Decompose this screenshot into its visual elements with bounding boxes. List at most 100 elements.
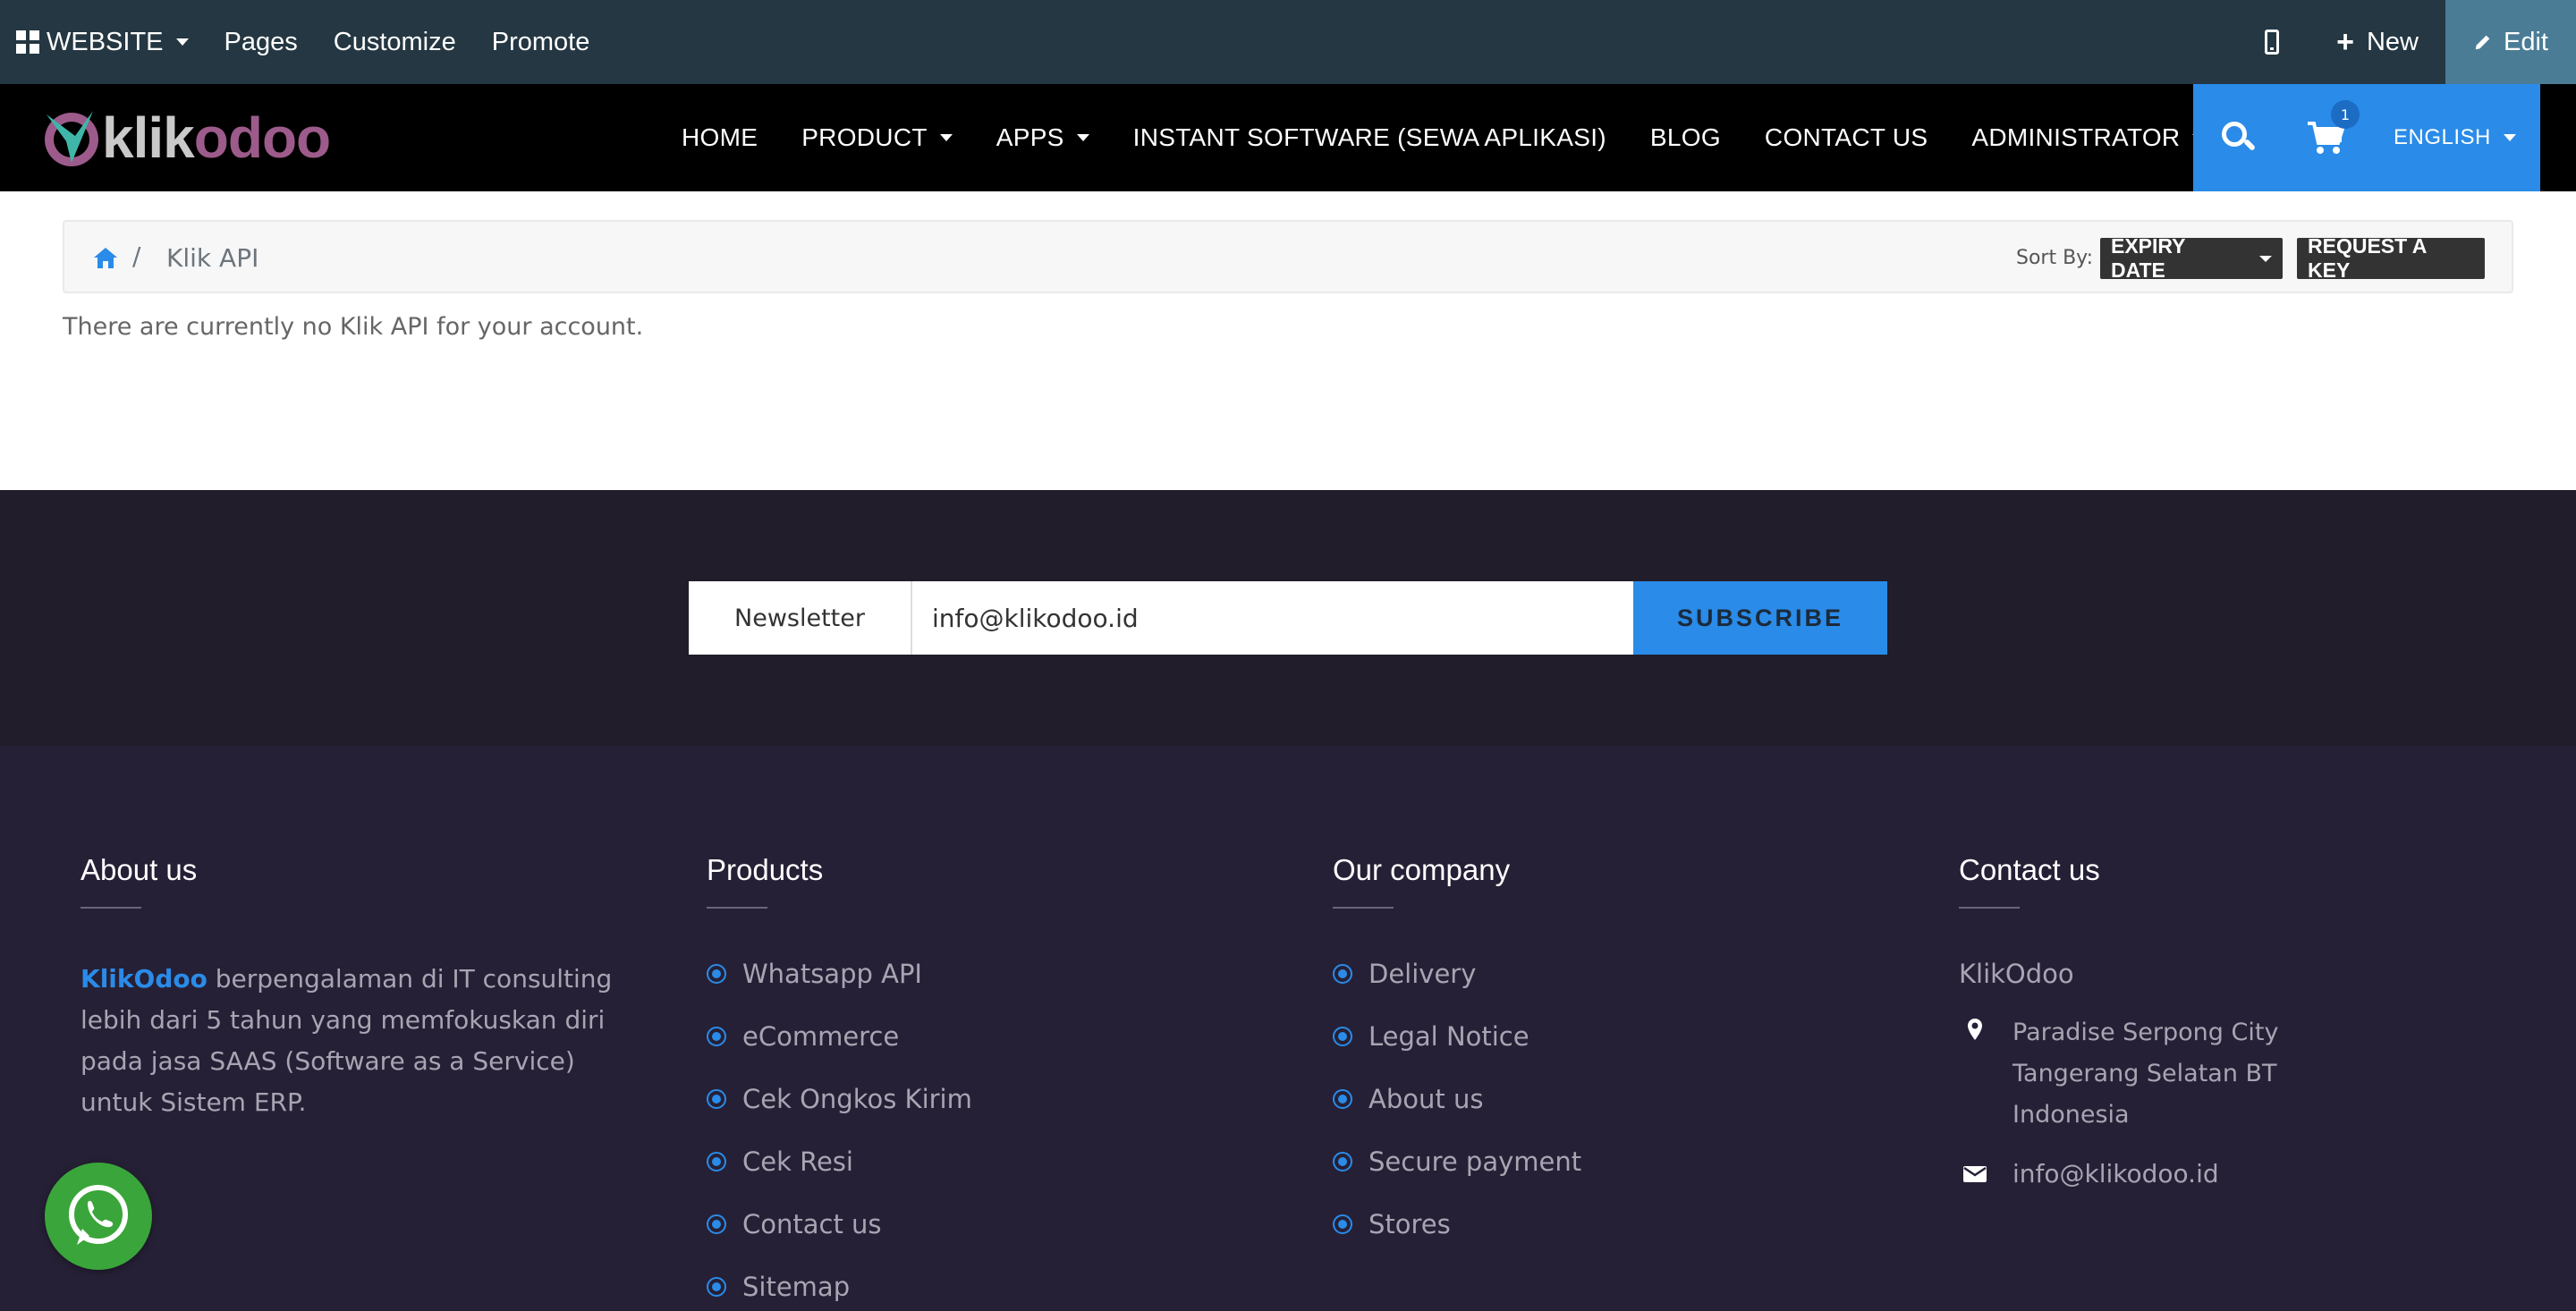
- website-editor-bar: WEBSITE Pages Customize Promote + New Ed…: [0, 0, 2576, 84]
- footer-products-title: Products: [707, 853, 824, 886]
- site-footer: About us KlikOdoo berpengalaman di IT co…: [0, 746, 2576, 1311]
- bullet-icon: [707, 1152, 726, 1171]
- search-icon[interactable]: [2220, 120, 2257, 156]
- footer-contact-title: Contact us: [1959, 853, 2100, 886]
- footer-about-title: About us: [80, 853, 198, 886]
- nav-item-home[interactable]: HOME: [682, 123, 758, 152]
- footer-link-stores[interactable]: Stores: [1333, 1209, 1581, 1272]
- footer-link-delivery[interactable]: Delivery: [1333, 959, 1581, 1021]
- list-item-label: Stores: [1368, 1209, 1451, 1239]
- contact-email[interactable]: info@klikodoo.id: [1959, 1159, 2278, 1188]
- new-button[interactable]: + New: [2336, 25, 2419, 60]
- bullet-icon: [1333, 1089, 1352, 1109]
- new-button-label: New: [2366, 27, 2419, 56]
- bullet-icon: [707, 1277, 726, 1297]
- bullet-icon: [707, 1027, 726, 1046]
- apps-grid-icon: [16, 30, 39, 54]
- footer-about-column: About us KlikOdoo berpengalaman di IT co…: [80, 853, 617, 1123]
- chevron-down-icon: [175, 38, 189, 46]
- footer-link-cek-resi[interactable]: Cek Resi: [707, 1146, 972, 1209]
- cart-count-badge: 1: [2331, 100, 2360, 129]
- subscribe-button[interactable]: SUBSCRIBE: [1633, 581, 1887, 655]
- nav-item-administrator[interactable]: ADMINISTRATOR: [1971, 123, 2206, 152]
- nav-item-contact-us[interactable]: CONTACT US: [1765, 123, 1928, 152]
- footer-link-legal-notice[interactable]: Legal Notice: [1333, 1021, 1581, 1084]
- contact-company-name: KlikOdoo: [1959, 959, 2074, 989]
- nav-item-product[interactable]: PRODUCT: [801, 123, 953, 152]
- logo-wordmark: klikodoo: [102, 105, 331, 171]
- list-item-label: Contact us: [742, 1209, 882, 1239]
- bullet-icon: [707, 1214, 726, 1234]
- newsletter-label: Newsletter: [689, 581, 912, 655]
- newsletter-section: Newsletter info@klikodoo.id SUBSCRIBE: [0, 490, 2576, 746]
- contact-address: Paradise Serpong City Tangerang Selatan …: [1959, 1012, 2278, 1136]
- chevron-down-icon: [939, 134, 953, 141]
- address-line: Paradise Serpong City: [2012, 1019, 2279, 1046]
- address-line: Indonesia: [2012, 1101, 2130, 1129]
- plus-icon: +: [2336, 24, 2354, 59]
- footer-link-about-us[interactable]: About us: [1333, 1084, 1581, 1146]
- klikodoo-logo-icon: [45, 111, 98, 166]
- bullet-icon: [1333, 1214, 1352, 1234]
- heading-divider: [80, 907, 141, 909]
- list-item-label: Cek Resi: [742, 1146, 853, 1177]
- list-item-label: eCommerce: [742, 1021, 900, 1052]
- heading-divider: [1959, 907, 2020, 909]
- contact-email-text: info@klikodoo.id: [2012, 1159, 2219, 1188]
- sort-dropdown-button[interactable]: EXPIRY DATE: [2100, 234, 2283, 282]
- bullet-icon: [707, 1089, 726, 1109]
- nav-utility-area: 1 ENGLISH: [2193, 84, 2540, 191]
- website-menu-label: WEBSITE: [47, 27, 164, 56]
- mobile-preview-icon[interactable]: [2265, 30, 2280, 55]
- list-item-label: About us: [1368, 1084, 1484, 1114]
- chevron-down-icon: [2259, 255, 2272, 262]
- logo-text-a: klik: [102, 106, 195, 170]
- list-item-label: Delivery: [1368, 959, 1477, 989]
- customize-menu[interactable]: Customize: [334, 28, 456, 57]
- footer-link-ecommerce[interactable]: eCommerce: [707, 1021, 972, 1084]
- sort-by-label: Sort By:: [2015, 247, 2093, 269]
- edit-button[interactable]: Edit: [2445, 0, 2576, 84]
- about-text: KlikOdoo berpengalaman di IT consulting …: [80, 959, 617, 1123]
- footer-company-title: Our company: [1333, 853, 1511, 886]
- footer-link-contact-us[interactable]: Contact us: [707, 1209, 972, 1272]
- newsletter-email-input[interactable]: info@klikodoo.id: [912, 581, 1633, 655]
- footer-link-whatsapp-api[interactable]: Whatsapp API: [707, 959, 972, 1021]
- bullet-icon: [707, 964, 726, 984]
- bullet-icon: [1333, 964, 1352, 984]
- nav-item-blog[interactable]: BLOG: [1650, 123, 1721, 152]
- whatsapp-icon: [69, 1185, 128, 1245]
- empty-state-message: There are currently no Klik API for your…: [63, 313, 644, 341]
- pencil-icon: [2475, 35, 2490, 50]
- website-menu-button[interactable]: WEBSITE: [16, 28, 189, 57]
- heading-divider: [1333, 907, 1394, 909]
- footer-link-cek-ongkos-kirim[interactable]: Cek Ongkos Kirim: [707, 1084, 972, 1146]
- nav-item-label: INSTANT SOFTWARE (SEWA APLIKASI): [1132, 123, 1606, 151]
- heading-divider: [707, 907, 767, 909]
- nav-item-label: PRODUCT: [801, 123, 928, 151]
- nav-item-apps[interactable]: APPS: [996, 123, 1089, 152]
- nav-item-label: APPS: [996, 123, 1064, 151]
- request-key-button[interactable]: REQUEST A KEY: [2297, 234, 2485, 282]
- footer-products-column: Products Whatsapp API eCommerce Cek Ongk…: [707, 853, 972, 1311]
- sort-value-label: EXPIRY DATE: [2111, 234, 2186, 282]
- breadcrumb: / Klik API Sort By: EXPIRY DATE REQUEST …: [63, 220, 2513, 293]
- breadcrumb-current: Klik API: [166, 243, 259, 273]
- language-label: ENGLISH: [2394, 125, 2491, 149]
- footer-link-secure-payment[interactable]: Secure payment: [1333, 1146, 1581, 1209]
- pages-menu[interactable]: Pages: [225, 28, 298, 57]
- chevron-down-icon: [1076, 134, 1089, 141]
- promote-menu[interactable]: Promote: [492, 28, 590, 57]
- home-icon[interactable]: [93, 246, 118, 269]
- about-brand: KlikOdoo: [80, 964, 208, 994]
- cart-button[interactable]: 1: [2306, 100, 2360, 156]
- address-line: Tangerang Selatan BT: [2012, 1060, 2277, 1087]
- bullet-icon: [1333, 1152, 1352, 1171]
- site-logo[interactable]: klikodoo: [39, 105, 331, 171]
- nav-item-instant-software[interactable]: INSTANT SOFTWARE (SEWA APLIKASI): [1133, 123, 1606, 152]
- footer-link-sitemap[interactable]: Sitemap: [707, 1272, 972, 1311]
- nav-item-label: HOME: [682, 123, 758, 151]
- whatsapp-chat-button[interactable]: [45, 1163, 152, 1270]
- edit-button-label: Edit: [2504, 27, 2548, 56]
- language-selector[interactable]: ENGLISH: [2394, 125, 2516, 150]
